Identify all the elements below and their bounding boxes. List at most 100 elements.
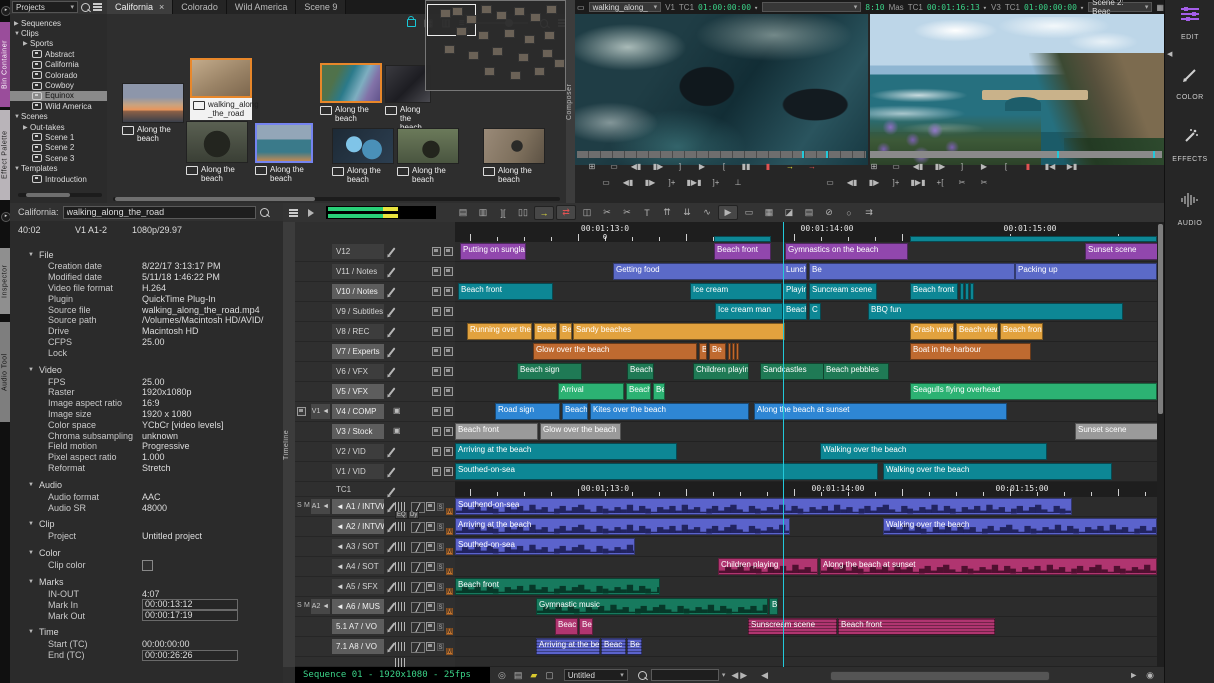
- mute-button[interactable]: M: [446, 608, 453, 615]
- clip-gang-button[interactable]: ▭: [595, 177, 617, 188]
- sidebar-item-audio[interactable]: AUDIO: [1165, 220, 1214, 227]
- timeline-clip[interactable]: BBQ fun: [868, 303, 1123, 320]
- timeline-clip[interactable]: Sunset scene: [1075, 423, 1157, 440]
- timeline-clip[interactable]: Beach: [626, 383, 651, 400]
- track-button-v4[interactable]: V4 / COMP: [332, 404, 384, 419]
- mark-in-button[interactable]: [: [995, 161, 1017, 172]
- segment-overwrite-icon[interactable]: ▥: [474, 206, 492, 219]
- timeline-clip[interactable]: Sandcastles: [760, 363, 824, 380]
- chevron-down-icon[interactable]: ▼: [28, 367, 35, 373]
- trim-start-button[interactable]: +[: [929, 177, 951, 188]
- pencil-icon[interactable]: [388, 267, 395, 275]
- monitor-icon[interactable]: [426, 582, 435, 591]
- timeline-clip[interactable]: Children playing: [693, 363, 749, 380]
- overwrite-button[interactable]: →: [801, 161, 823, 172]
- timeline-menu-icon[interactable]: [289, 212, 298, 214]
- automation-icon[interactable]: [411, 642, 425, 653]
- timeline-clip[interactable]: Beach front: [458, 283, 553, 300]
- sidebar-item-sports[interactable]: ▶Sports: [10, 39, 107, 49]
- sidebar-item-colorado[interactable]: Colorado: [10, 70, 107, 80]
- timeline-clip[interactable]: Glow over the beach: [540, 423, 621, 440]
- grid-button-button[interactable]: ⊞: [581, 161, 603, 172]
- collapse-arrow-icon[interactable]: ◀: [1167, 50, 1172, 58]
- track-button-v1[interactable]: V1 / VID: [332, 464, 384, 479]
- record-monitor-icon[interactable]: [432, 407, 441, 416]
- track-button-v6[interactable]: V6 / VFX: [332, 364, 384, 379]
- record-monitor-icon[interactable]: [432, 387, 441, 396]
- source-monitor-icon[interactable]: [444, 247, 453, 256]
- monitor-icon[interactable]: [426, 542, 435, 551]
- timeline-clip[interactable]: Beach: [534, 323, 557, 340]
- timeline-clip[interactable]: Ice cream: [690, 283, 782, 300]
- play-button[interactable]: ▶: [691, 161, 713, 172]
- timeline-clip[interactable]: Beach view: [956, 323, 998, 340]
- tab-wild-america[interactable]: Wild America: [227, 0, 297, 14]
- record-target-icon[interactable]: ◎: [498, 670, 506, 681]
- chevron-down-icon[interactable]: ▼: [14, 31, 21, 37]
- source-monitor-icon[interactable]: [444, 347, 453, 356]
- track-button-a1[interactable]: ◄ A1 / INTVW: [332, 499, 384, 514]
- timeline-clip[interactable]: B: [699, 343, 707, 360]
- source-monitor-icon[interactable]: [444, 267, 453, 276]
- chevron-down-icon[interactable]: ▼: [28, 579, 35, 585]
- sidebar-item-scene-2[interactable]: Scene 2: [10, 143, 107, 153]
- solo-button[interactable]: S: [437, 543, 444, 551]
- timeline-clip[interactable]: Be: [653, 383, 665, 400]
- sidebar-item-effects[interactable]: EFFECTS: [1165, 156, 1214, 163]
- waveform-icon[interactable]: [395, 658, 407, 667]
- timeline-clip[interactable]: Beach sign: [517, 363, 582, 380]
- match-frame-icon[interactable]: ◫: [578, 206, 596, 219]
- top-tail-button[interactable]: ⊥: [727, 177, 749, 188]
- clip-name-input[interactable]: [63, 206, 256, 219]
- waveform-icon[interactable]: [395, 622, 407, 631]
- mute-button[interactable]: M: [446, 548, 453, 555]
- bin-clip[interactable]: Along the beach: [255, 123, 313, 183]
- timeline-clip[interactable]: Southed-on-sea: [455, 463, 878, 480]
- field-input[interactable]: 00:00:13:12: [142, 599, 238, 610]
- sidebar-item-scene-3[interactable]: Scene 3: [10, 153, 107, 163]
- timeline-clip[interactable]: B: [769, 598, 778, 615]
- timeline-clip[interactable]: Be: [579, 618, 593, 635]
- pencil-icon[interactable]: [388, 307, 395, 315]
- timeline-clip[interactable]: Beach front: [838, 618, 995, 635]
- record-monitor[interactable]: [870, 14, 1164, 165]
- source-monitor-icon[interactable]: [444, 287, 453, 296]
- timeline-clip[interactable]: Road sign: [495, 403, 560, 420]
- waveform-icon[interactable]: [395, 562, 407, 571]
- section-color[interactable]: ▼Color: [10, 547, 283, 560]
- sidebar-item-abstract[interactable]: Abstract: [10, 49, 107, 59]
- clip-color-icon[interactable]: ▰: [530, 670, 537, 681]
- text-tool-icon[interactable]: T: [638, 207, 656, 219]
- source-monitor-icon[interactable]: [444, 407, 453, 416]
- record-monitor-icon[interactable]: [432, 287, 441, 296]
- mark-out-button[interactable]: ]: [951, 161, 973, 172]
- clip-name-button-button[interactable]: ▭: [885, 161, 907, 172]
- patch-button[interactable]: V1 ◄: [311, 404, 330, 419]
- solo-button[interactable]: S: [437, 643, 444, 651]
- timeline-clip[interactable]: Beach front▂▅▃▇▂▆▄▁▅▃▆▂▇▃▅▁▄▆▂▅▇▃▁▆▄▂▅▃▇…: [455, 578, 660, 595]
- collapse-icon[interactable]: ◀: [761, 670, 768, 681]
- timeline-clip[interactable]: Arriving at the beach▂▅▃▇▂▆▄▁▅▃▆▂▇▃▅▁▄▆▂…: [455, 518, 790, 535]
- section-clip[interactable]: ▼Clip: [10, 518, 283, 531]
- timeline-clip[interactable]: Beach front: [714, 243, 771, 260]
- timeline-clip[interactable]: Suncream scene: [809, 283, 877, 300]
- timeline-clip[interactable]: Be: [627, 638, 642, 655]
- razor-icon[interactable]: ✂: [618, 206, 636, 219]
- timecode-ruler[interactable]: 00:01:13:000:01:14:0000:01:15:00: [455, 482, 1157, 497]
- source-monitor-icon[interactable]: [444, 427, 453, 436]
- timeline-clip[interactable]: [728, 343, 731, 360]
- audio-waveform-icon[interactable]: [1165, 192, 1214, 210]
- waveform-icon[interactable]: [395, 502, 407, 511]
- sidebar-item-wild-america[interactable]: Wild America: [10, 101, 107, 111]
- track-button-a2[interactable]: ◄ A2 / INTVW: [332, 519, 384, 534]
- pointer-tool-icon[interactable]: ▶: [718, 205, 738, 220]
- timeline-clip[interactable]: Seagulls flying overhead: [910, 383, 1157, 400]
- timeline-clip[interactable]: Southend-on-sea▂▅▃▇▂▆▄▁▅▃▆▂▇▃▅▁▄▆▂▅▇▃▁▆▄…: [455, 498, 1072, 515]
- projects-select[interactable]: Projects ▾: [12, 1, 78, 13]
- timeline-clip[interactable]: [732, 343, 735, 360]
- timeline-clip[interactable]: Walking over the beach: [820, 443, 1047, 460]
- clip-gang-button[interactable]: ▭: [819, 177, 841, 188]
- track-button-a7[interactable]: 5.1 A7 / VO: [332, 619, 384, 634]
- timeline-clip[interactable]: Playing: [783, 283, 807, 300]
- sidebar-item-scene-1[interactable]: Scene 1: [10, 132, 107, 142]
